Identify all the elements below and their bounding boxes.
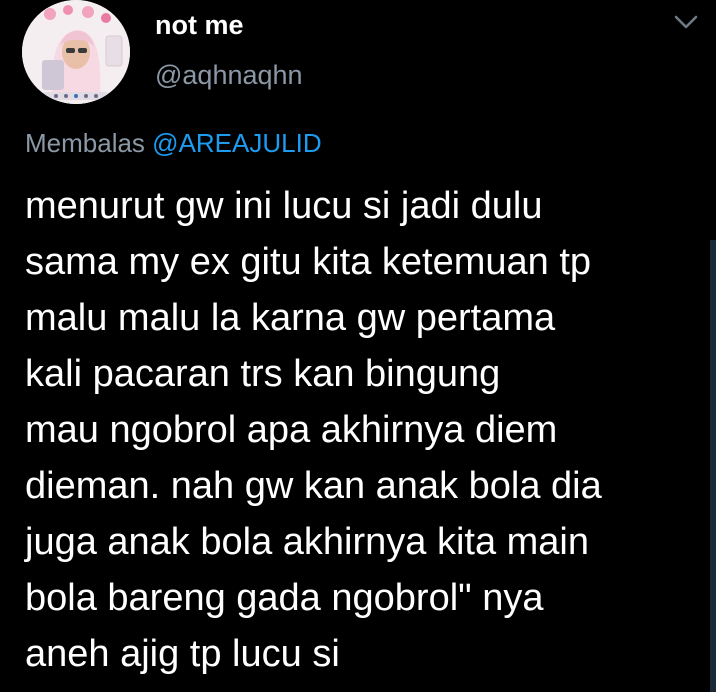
tweet-line: sama my ex gitu kita ketemuan tp (25, 241, 592, 283)
reply-context: Membalas @AREAJULID (25, 128, 322, 159)
tweet-line: menurut gw ini lucu si jadi dulu (25, 185, 543, 227)
reply-prefix: Membalas (25, 128, 145, 158)
scrollbar[interactable] (710, 240, 716, 692)
display-name[interactable]: not me (155, 10, 244, 41)
tweet-line: dieman. nah gw kan anak bola dia (25, 465, 602, 507)
tweet-line: malu malu la karna gw pertama (25, 297, 556, 339)
tweet-line: kali pacaran trs kan bingung (25, 353, 501, 395)
profile-photo-icon (22, 0, 130, 104)
tweet-line: juga anak bola akhirnya kita main (25, 521, 590, 563)
tweet-line: aneh ajig tp lucu si (25, 633, 340, 675)
avatar[interactable] (22, 0, 130, 104)
tweet-text: menurut gw ini lucu si jadi dulu sama my… (25, 178, 705, 682)
tweet-line: mau ngobrol apa akhirnya diem (25, 409, 558, 451)
reply-mention-link[interactable]: @AREAJULID (152, 128, 321, 158)
tweet-line: bola bareng gada ngobrol" nya (25, 577, 544, 619)
user-handle[interactable]: @aqhnaqhn (155, 60, 303, 91)
chevron-down-icon[interactable] (672, 12, 700, 32)
